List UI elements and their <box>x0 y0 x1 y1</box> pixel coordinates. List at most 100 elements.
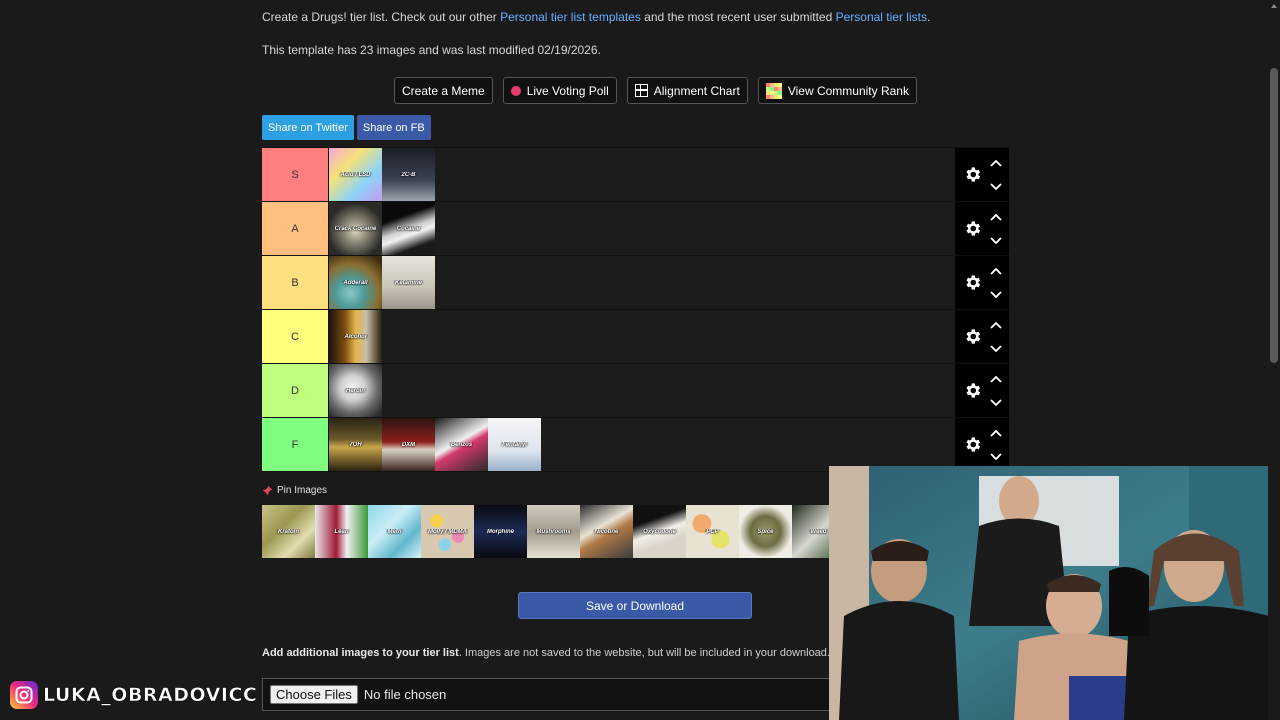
tier-controls <box>955 364 1009 417</box>
tier-item-image[interactable]: Kratom <box>262 505 315 558</box>
tier-item-caption: 7OH <box>349 441 362 448</box>
tier-item-image[interactable]: Oxycodone <box>633 505 686 558</box>
action-toolbar: Create a Meme Live Voting Poll Alignment… <box>394 77 917 104</box>
view-community-rank-button[interactable]: View Community Rank <box>757 77 917 104</box>
tier-row: C Alcohol <box>262 310 1009 364</box>
tier-item-image[interactable]: Heroin <box>329 364 382 417</box>
gear-icon[interactable] <box>963 273 982 292</box>
tier-row: S Acid / LSD 2C-B <box>262 148 1009 202</box>
tier-label[interactable]: B <box>262 256 329 309</box>
pin-images-title: Pin Images <box>277 485 328 496</box>
tier-item-caption: Fentanyl <box>502 441 527 448</box>
tier-item-image[interactable]: Ketamine <box>382 256 435 309</box>
tier-item-image[interactable]: DXM <box>382 418 435 471</box>
tier-item-image[interactable]: Meth <box>368 505 421 558</box>
gear-icon[interactable] <box>963 219 982 238</box>
tier-items-dropzone[interactable]: 7OH DXM Benzos Fentanyl <box>329 418 955 471</box>
tier-item-image[interactable]: Weed <box>792 505 830 558</box>
personal-templates-link[interactable]: Personal tier list templates <box>500 10 641 24</box>
template-modified-text: This template has 23 images and was last… <box>262 43 601 57</box>
tier-item-image[interactable]: Benzos <box>435 418 488 471</box>
chevron-down-icon[interactable] <box>989 232 1002 250</box>
scrollbar-thumb[interactable] <box>1270 68 1278 363</box>
tier-row: A Crack Cocaine Cocaine <box>262 202 1009 256</box>
chevron-up-icon[interactable] <box>989 424 1002 442</box>
view-community-rank-label: View Community Rank <box>787 83 909 98</box>
chevron-up-icon[interactable] <box>989 262 1002 280</box>
tier-item-image[interactable]: Nicotine <box>580 505 633 558</box>
tier-item-image[interactable]: Crack Cocaine <box>329 202 382 255</box>
tier-move-arrows <box>989 370 1002 412</box>
file-input[interactable]: Choose Files No file chosen <box>262 678 832 711</box>
pin-images-header: Pin Images <box>262 485 327 496</box>
share-buttons: Share on Twitter Share on FB <box>262 115 431 140</box>
alignment-chart-button[interactable]: Alignment Chart <box>626 77 748 104</box>
chevron-up-icon[interactable] <box>989 370 1002 388</box>
tier-list-table: S Acid / LSD 2C-B A Crack Cocaine Cocaine B Add… <box>262 147 1009 472</box>
tier-item-image[interactable]: Alcohol <box>329 310 382 363</box>
tier-item-image[interactable]: Molly / MDMA <box>421 505 474 558</box>
pin-images-row: Kratom Lean Meth Molly / MDMA Morphine Mushro… <box>262 505 830 558</box>
tier-item-image[interactable]: 2C-B <box>382 148 435 201</box>
chevron-down-icon[interactable] <box>989 286 1002 304</box>
create-meme-label: Create a Meme <box>402 83 485 98</box>
tier-item-image[interactable]: Acid / LSD <box>329 148 382 201</box>
create-meme-button[interactable]: Create a Meme <box>394 77 493 104</box>
live-voting-poll-button[interactable]: Live Voting Poll <box>502 77 617 104</box>
tier-label[interactable]: S <box>262 148 329 201</box>
tier-item-caption: Alcohol <box>344 333 367 340</box>
tier-item-caption: DXM <box>401 441 416 448</box>
tier-item-image[interactable]: PCP <box>686 505 739 558</box>
tier-item-image[interactable]: Spice <box>739 505 792 558</box>
tier-item-image[interactable]: Lean <box>315 505 368 558</box>
tier-controls <box>955 202 1009 255</box>
tier-items-dropzone[interactable]: Crack Cocaine Cocaine <box>329 202 955 255</box>
tier-row: D Heroin <box>262 364 1009 418</box>
gear-icon[interactable] <box>963 165 982 184</box>
tier-item-image[interactable]: 7OH <box>329 418 382 471</box>
save-download-button[interactable]: Save or Download <box>518 592 752 619</box>
tier-items-dropzone[interactable]: Alcohol <box>329 310 955 363</box>
tier-controls <box>955 310 1009 363</box>
gear-icon[interactable] <box>963 327 982 346</box>
scroll-up-arrow-icon[interactable] <box>1271 4 1277 8</box>
webcam-image <box>829 466 1280 720</box>
gear-icon[interactable] <box>963 435 982 454</box>
tier-items-dropzone[interactable]: Acid / LSD 2C-B <box>329 148 955 201</box>
personal-tier-lists-link[interactable]: Personal tier lists <box>836 10 927 24</box>
page-scrollbar[interactable] <box>1268 0 1280 720</box>
chevron-down-icon[interactable] <box>989 340 1002 358</box>
tier-items-dropzone[interactable]: Adderall Ketamine <box>329 256 955 309</box>
tier-move-arrows <box>989 316 1002 358</box>
chevron-up-icon[interactable] <box>989 316 1002 334</box>
tier-item-caption: Molly / MDMA <box>428 528 467 535</box>
tier-item-image[interactable]: Mushrooms <box>527 505 580 558</box>
tier-label[interactable]: D <box>262 364 329 417</box>
chevron-down-icon[interactable] <box>989 394 1002 412</box>
tier-label[interactable]: F <box>262 418 329 471</box>
tier-item-image[interactable]: Fentanyl <box>488 418 541 471</box>
intro-text: Create a Drugs! tier list. Check out our… <box>262 10 930 24</box>
chevron-up-icon[interactable] <box>989 208 1002 226</box>
tier-item-image[interactable]: Morphine <box>474 505 527 558</box>
choose-files-button[interactable]: Choose Files <box>270 685 358 704</box>
tier-item-caption: Nicotine <box>594 528 619 535</box>
alignment-chart-label: Alignment Chart <box>653 83 740 98</box>
chevron-down-icon[interactable] <box>989 178 1002 196</box>
tier-item-caption: Benzos <box>450 441 473 448</box>
share-fb-button[interactable]: Share on FB <box>356 115 431 140</box>
share-twitter-button[interactable]: Share on Twitter <box>262 115 354 140</box>
tier-item-caption: PCP <box>706 528 719 535</box>
tier-item-image[interactable]: Cocaine <box>382 202 435 255</box>
chevron-down-icon[interactable] <box>989 448 1002 466</box>
tier-item-caption: Spice <box>757 528 774 535</box>
tier-item-image[interactable]: Adderall <box>329 256 382 309</box>
tier-label[interactable]: C <box>262 310 329 363</box>
tier-label[interactable]: A <box>262 202 329 255</box>
tier-items-dropzone[interactable]: Heroin <box>329 364 955 417</box>
chevron-up-icon[interactable] <box>989 154 1002 172</box>
tier-controls <box>955 148 1009 201</box>
file-status-text: No file chosen <box>363 687 447 702</box>
gear-icon[interactable] <box>963 381 982 400</box>
tier-item-caption: Lean <box>334 528 349 535</box>
